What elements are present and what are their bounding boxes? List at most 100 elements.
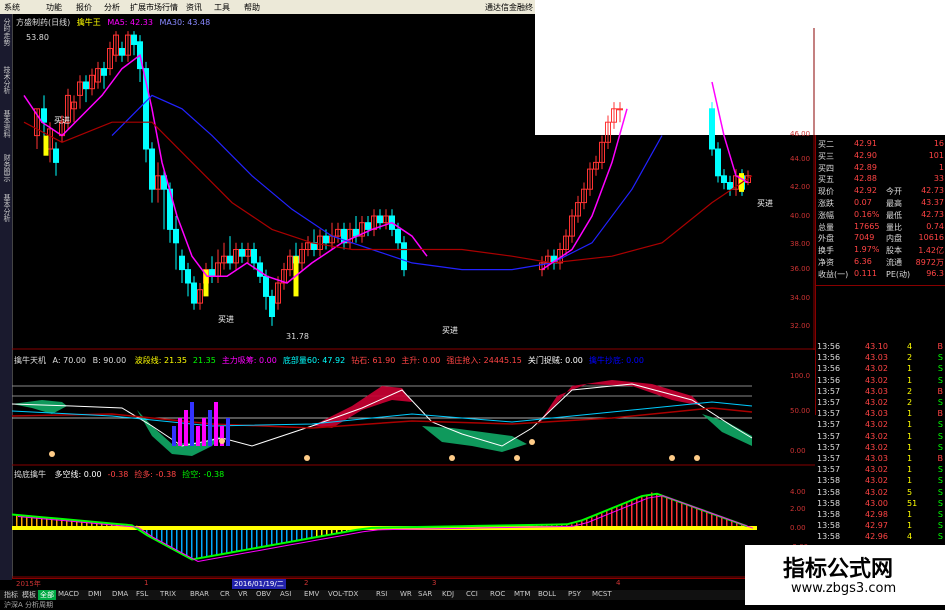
tick-row: 13:5842.981S	[815, 510, 945, 520]
indicator-tab-brar[interactable]: BRAR	[188, 590, 211, 598]
macd-bar	[696, 508, 698, 528]
quote-value: 0.07	[854, 198, 872, 207]
indicator-tab-mtm[interactable]: MTM	[512, 590, 532, 598]
tick-time: 13:57	[817, 420, 840, 429]
indicator-tab-obv[interactable]: OBV	[254, 590, 273, 598]
quote-label-2: 内盘	[886, 233, 902, 244]
indicator-tab-vol-tdx[interactable]: VOL-TDX	[326, 590, 360, 598]
indicator-tab-dmi[interactable]: DMI	[86, 590, 104, 598]
panel2-signal-bar	[202, 418, 206, 446]
indicator-tab-psy[interactable]: PSY	[566, 590, 583, 598]
tick-time: 13:57	[817, 398, 840, 407]
tick-price: 43.10	[865, 342, 888, 351]
menu-item-0[interactable]: 系统	[4, 2, 20, 13]
panel2-header: 擒牛天机 A: 70.00 B: 90.00 波段线: 21.3521.35主力…	[14, 355, 644, 366]
quote-label: 买五	[818, 174, 834, 185]
indicator-tab-全部[interactable]: 全部	[38, 590, 56, 600]
tick-volume: 1	[907, 443, 912, 452]
indicator-tab-trix[interactable]: TRIX	[158, 590, 178, 598]
main-chart-header: 方盛制药(日线) 擒牛王 MA5: 42.33 MA30: 43.48	[16, 17, 210, 28]
tick-time: 13:57	[817, 387, 840, 396]
indicator-tab-模板[interactable]: 模板	[20, 590, 38, 600]
buy-label: 买进	[757, 199, 773, 208]
indicator-tab-wr[interactable]: WR	[398, 590, 414, 598]
tick-row: 13:5843.021S	[815, 476, 945, 486]
quote-row: 买五42.8833	[816, 174, 945, 185]
quote-value-2: 10616	[919, 233, 944, 242]
indicator-tab-cr[interactable]: CR	[218, 590, 232, 598]
tick-volume: 1	[907, 420, 912, 429]
indicator-tab-mcst[interactable]: MCST	[590, 590, 614, 598]
time-axis-label: 4	[616, 579, 620, 587]
quote-row: 总量17665量比0.74	[816, 222, 945, 233]
tick-price: 43.02	[865, 398, 888, 407]
quote-label: 买四	[818, 163, 834, 174]
tick-volume: 1	[907, 476, 912, 485]
indicator-tab-rsi[interactable]: RSI	[374, 590, 389, 598]
quote-row: 买四42.891	[816, 163, 945, 174]
indicator-tab-cci[interactable]: CCI	[464, 590, 480, 598]
indicator-name[interactable]: 擒牛王	[77, 18, 101, 27]
watermark-url: www.zbgs3.com	[791, 581, 896, 596]
tick-volume: 1	[907, 364, 912, 373]
menu-item-6[interactable]: 工具	[214, 2, 230, 13]
panel3-macd-chart[interactable]	[12, 480, 815, 578]
tick-price: 43.03	[865, 454, 888, 463]
tick-direction: S	[938, 432, 943, 441]
indicator-tab-sar[interactable]: SAR	[416, 590, 434, 598]
macd-bar	[166, 528, 168, 545]
tick-row: 13:5843.0051S	[815, 499, 945, 509]
panel3-title[interactable]: 捣底擒牛	[14, 470, 46, 479]
tick-time: 13:58	[817, 521, 840, 530]
menu-item-2[interactable]: 报价	[76, 2, 92, 13]
panel2-item-2: 主力吸筹: 0.00	[222, 356, 277, 365]
quote-value: 6.36	[854, 257, 872, 266]
candlestick-chart[interactable]: 买进买进买进买进	[12, 28, 815, 350]
quote-value-2: 101	[929, 151, 944, 160]
tick-direction: S	[938, 510, 943, 519]
menu-item-1[interactable]: 功能	[46, 2, 62, 13]
menu-item-3[interactable]: 分析	[104, 2, 120, 13]
indicator-tab-dma[interactable]: DMA	[110, 590, 130, 598]
panel2-title[interactable]: 擒牛天机	[14, 356, 46, 365]
menu-item-7[interactable]: 帮助	[244, 2, 260, 13]
indicator-tab-asi[interactable]: ASI	[278, 590, 293, 598]
indicator-tab-boll[interactable]: BOLL	[536, 590, 558, 598]
macd-bar	[276, 528, 278, 544]
sidebar-tab-1[interactable]: 技术分析	[1, 66, 11, 94]
tick-time: 13:57	[817, 409, 840, 418]
panel2-marker	[669, 455, 675, 461]
menu-item-5[interactable]: 资讯	[186, 2, 202, 13]
tick-direction: B	[938, 409, 944, 418]
indicator-tab-指标[interactable]: 指标	[2, 590, 20, 600]
ma-long-line	[24, 122, 752, 263]
sidebar-tab-0[interactable]: 分时走势	[1, 18, 11, 46]
indicator-tab-macd[interactable]: MACD	[56, 590, 81, 598]
indicator-tab-kdj[interactable]: KDJ	[440, 590, 456, 598]
panel2-signal-bar	[172, 426, 176, 446]
indicator-tab-roc[interactable]: ROC	[488, 590, 507, 598]
sidebar-tab-3[interactable]: 财务图示	[1, 154, 11, 182]
tick-row: 13:5643.032S	[815, 353, 945, 363]
indicator-tab-vr[interactable]: VR	[236, 590, 250, 598]
macd-bar	[606, 511, 608, 528]
macd-bar	[221, 528, 223, 554]
macd-bar	[601, 513, 603, 528]
candle-body	[240, 250, 245, 257]
tick-price: 43.03	[865, 387, 888, 396]
quote-value: 42.90	[854, 151, 877, 160]
sidebar-tab-2[interactable]: 基本资料	[1, 110, 11, 138]
panel3-y-tick: 0.00	[790, 524, 806, 532]
quote-label-2: 股本	[886, 245, 902, 256]
indicator-tab-fsl[interactable]: FSL	[134, 590, 150, 598]
panel2-signal-bar	[184, 410, 188, 446]
macd-bar	[251, 528, 253, 549]
panel2-indicator-chart[interactable]	[12, 366, 815, 466]
menu-item-4[interactable]: 扩展市场行情	[130, 2, 178, 13]
panel2-item-3: 底部量60: 47.92	[283, 356, 345, 365]
quote-value: 7049	[854, 233, 874, 242]
indicator-tab-emv[interactable]: EMV	[302, 590, 321, 598]
sidebar-tab-4[interactable]: 基本分析	[1, 194, 11, 222]
macd-bar	[671, 499, 673, 528]
main-y-tick: 40.00	[790, 212, 810, 220]
